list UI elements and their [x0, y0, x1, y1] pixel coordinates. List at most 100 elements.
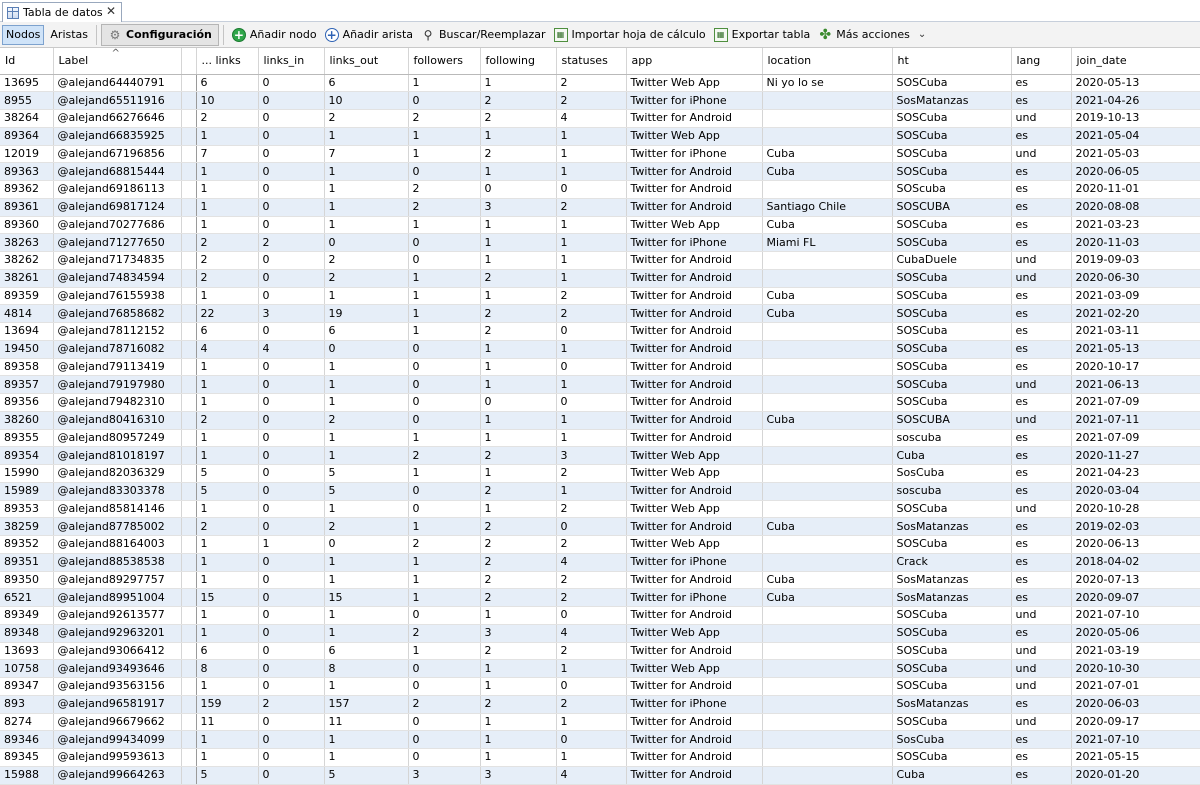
- cell-links-out[interactable]: 10: [324, 91, 409, 110]
- cell-links-out[interactable]: 5: [324, 464, 409, 483]
- cell-app[interactable]: Twitter for Android: [626, 482, 763, 501]
- cell-links-in[interactable]: 0: [258, 553, 325, 572]
- cell-links-in[interactable]: 0: [258, 198, 325, 217]
- cell-lang[interactable]: es: [1011, 446, 1072, 465]
- cell-links-out[interactable]: 1: [324, 606, 409, 625]
- cell-join-date[interactable]: 2021-05-15: [1071, 748, 1200, 767]
- cell-label[interactable]: @alejand93493646: [53, 659, 182, 678]
- cell-lang[interactable]: und: [1011, 713, 1072, 732]
- cell-location[interactable]: [762, 446, 893, 465]
- cell-join-date[interactable]: 2021-04-26: [1071, 91, 1200, 110]
- cell-following[interactable]: 2: [480, 535, 557, 554]
- cell-app[interactable]: Twitter for Android: [626, 251, 763, 270]
- cell-location[interactable]: [762, 730, 893, 749]
- cell-followers[interactable]: 1: [408, 304, 481, 323]
- column-header-following[interactable]: following: [480, 48, 557, 75]
- cell-hidden[interactable]: [181, 464, 197, 483]
- cell-label[interactable]: @alejand89297757: [53, 571, 182, 590]
- cell-app[interactable]: Twitter for Android: [626, 517, 763, 536]
- cell-followers[interactable]: 1: [408, 464, 481, 483]
- cell-links[interactable]: 8: [196, 659, 259, 678]
- cell-join-date[interactable]: 2020-11-27: [1071, 446, 1200, 465]
- cell-location[interactable]: [762, 340, 893, 359]
- cell-links[interactable]: 1: [196, 162, 259, 181]
- cell-links[interactable]: 1: [196, 730, 259, 749]
- cell-statuses[interactable]: 1: [556, 429, 627, 448]
- cell-hidden[interactable]: [181, 109, 197, 128]
- cell-app[interactable]: Twitter for Android: [626, 340, 763, 359]
- cell-links-out[interactable]: 2: [324, 251, 409, 270]
- cell-statuses[interactable]: 0: [556, 322, 627, 341]
- cell-links-in[interactable]: 0: [258, 464, 325, 483]
- cell-label[interactable]: @alejand87785002: [53, 517, 182, 536]
- cell-id[interactable]: 89357: [0, 375, 54, 394]
- cell-links-out[interactable]: 1: [324, 748, 409, 767]
- cell-label[interactable]: @alejand79113419: [53, 358, 182, 377]
- cell-id[interactable]: 89356: [0, 393, 54, 412]
- cell-statuses[interactable]: 4: [556, 109, 627, 128]
- cell-hidden[interactable]: [181, 145, 197, 164]
- cell-id[interactable]: 893: [0, 695, 54, 714]
- cell-followers[interactable]: 0: [408, 162, 481, 181]
- cell-links-out[interactable]: 1: [324, 375, 409, 394]
- cell-following[interactable]: 2: [480, 145, 557, 164]
- cell-hidden[interactable]: [181, 535, 197, 554]
- cell-lang[interactable]: es: [1011, 287, 1072, 306]
- cell-id[interactable]: 13694: [0, 322, 54, 341]
- cell-hidden[interactable]: [181, 446, 197, 465]
- cell-label[interactable]: @alejand71734835: [53, 251, 182, 270]
- cell-links-in[interactable]: 0: [258, 375, 325, 394]
- cell-app[interactable]: Twitter for Android: [626, 411, 763, 430]
- cell-links-in[interactable]: 0: [258, 393, 325, 412]
- cell-label[interactable]: @alejand70277686: [53, 216, 182, 235]
- cell-following[interactable]: 2: [480, 446, 557, 465]
- table-row[interactable]: 89363 @alejand68815444 1 0 1 0 1 1 Twitter for A…: [0, 162, 1200, 181]
- cell-lang[interactable]: es: [1011, 695, 1072, 714]
- cell-join-date[interactable]: 2021-02-20: [1071, 304, 1200, 323]
- cell-location[interactable]: Cuba: [762, 304, 893, 323]
- cell-statuses[interactable]: 2: [556, 571, 627, 590]
- cell-lang[interactable]: es: [1011, 588, 1072, 607]
- table-row[interactable]: 89355 @alejand80957249 1 0 1 1 1 1 Twitter for A…: [0, 429, 1200, 448]
- cell-followers[interactable]: 0: [408, 233, 481, 252]
- cell-lang[interactable]: und: [1011, 145, 1072, 164]
- cell-followers[interactable]: 2: [408, 198, 481, 217]
- cell-ht[interactable]: SOSCuba: [892, 269, 1012, 288]
- cell-links-out[interactable]: 11: [324, 713, 409, 732]
- cell-location[interactable]: [762, 91, 893, 110]
- cell-links[interactable]: 1: [196, 127, 259, 146]
- cell-label[interactable]: @alejand93066412: [53, 642, 182, 661]
- cell-join-date[interactable]: 2020-10-30: [1071, 659, 1200, 678]
- cell-links[interactable]: 1: [196, 216, 259, 235]
- cell-links[interactable]: 1: [196, 535, 259, 554]
- cell-links-out[interactable]: 0: [324, 535, 409, 554]
- cell-app[interactable]: Twitter for Android: [626, 429, 763, 448]
- cell-followers[interactable]: 2: [408, 109, 481, 128]
- cell-id[interactable]: 15989: [0, 482, 54, 501]
- cell-followers[interactable]: 1: [408, 553, 481, 572]
- cell-links-out[interactable]: 8: [324, 659, 409, 678]
- cell-links-in[interactable]: 0: [258, 251, 325, 270]
- cell-following[interactable]: 1: [480, 677, 557, 696]
- cell-statuses[interactable]: 2: [556, 91, 627, 110]
- cell-ht[interactable]: SOSCuba: [892, 127, 1012, 146]
- column-header-id[interactable]: Id: [0, 48, 54, 75]
- cell-links[interactable]: 22: [196, 304, 259, 323]
- cell-id[interactable]: 4814: [0, 304, 54, 323]
- import-spreadsheet-button[interactable]: ▦ Importar hoja de cálculo: [550, 24, 710, 46]
- table-row[interactable]: 89346 @alejand99434099 1 0 1 0 1 0 Twitter for A…: [0, 730, 1200, 749]
- cell-links-out[interactable]: 1: [324, 571, 409, 590]
- cell-app[interactable]: Twitter for Android: [626, 304, 763, 323]
- column-header-join-date[interactable]: join_date: [1071, 48, 1200, 75]
- table-row[interactable]: 15990 @alejand82036329 5 0 5 1 1 2 Twitter Web A…: [0, 464, 1200, 483]
- cell-app[interactable]: Twitter for Android: [626, 730, 763, 749]
- cell-links-out[interactable]: 1: [324, 553, 409, 572]
- cell-links[interactable]: 1: [196, 375, 259, 394]
- column-header-label[interactable]: Label ^: [53, 48, 182, 75]
- cell-app[interactable]: Twitter Web App: [626, 535, 763, 554]
- cell-ht[interactable]: SOSCuba: [892, 74, 1012, 93]
- cell-followers[interactable]: 1: [408, 287, 481, 306]
- table-row[interactable]: 89352 @alejand88164003 1 1 0 2 2 2 Twitter Web A…: [0, 535, 1200, 554]
- cell-following[interactable]: 0: [480, 393, 557, 412]
- cell-links-in[interactable]: 0: [258, 358, 325, 377]
